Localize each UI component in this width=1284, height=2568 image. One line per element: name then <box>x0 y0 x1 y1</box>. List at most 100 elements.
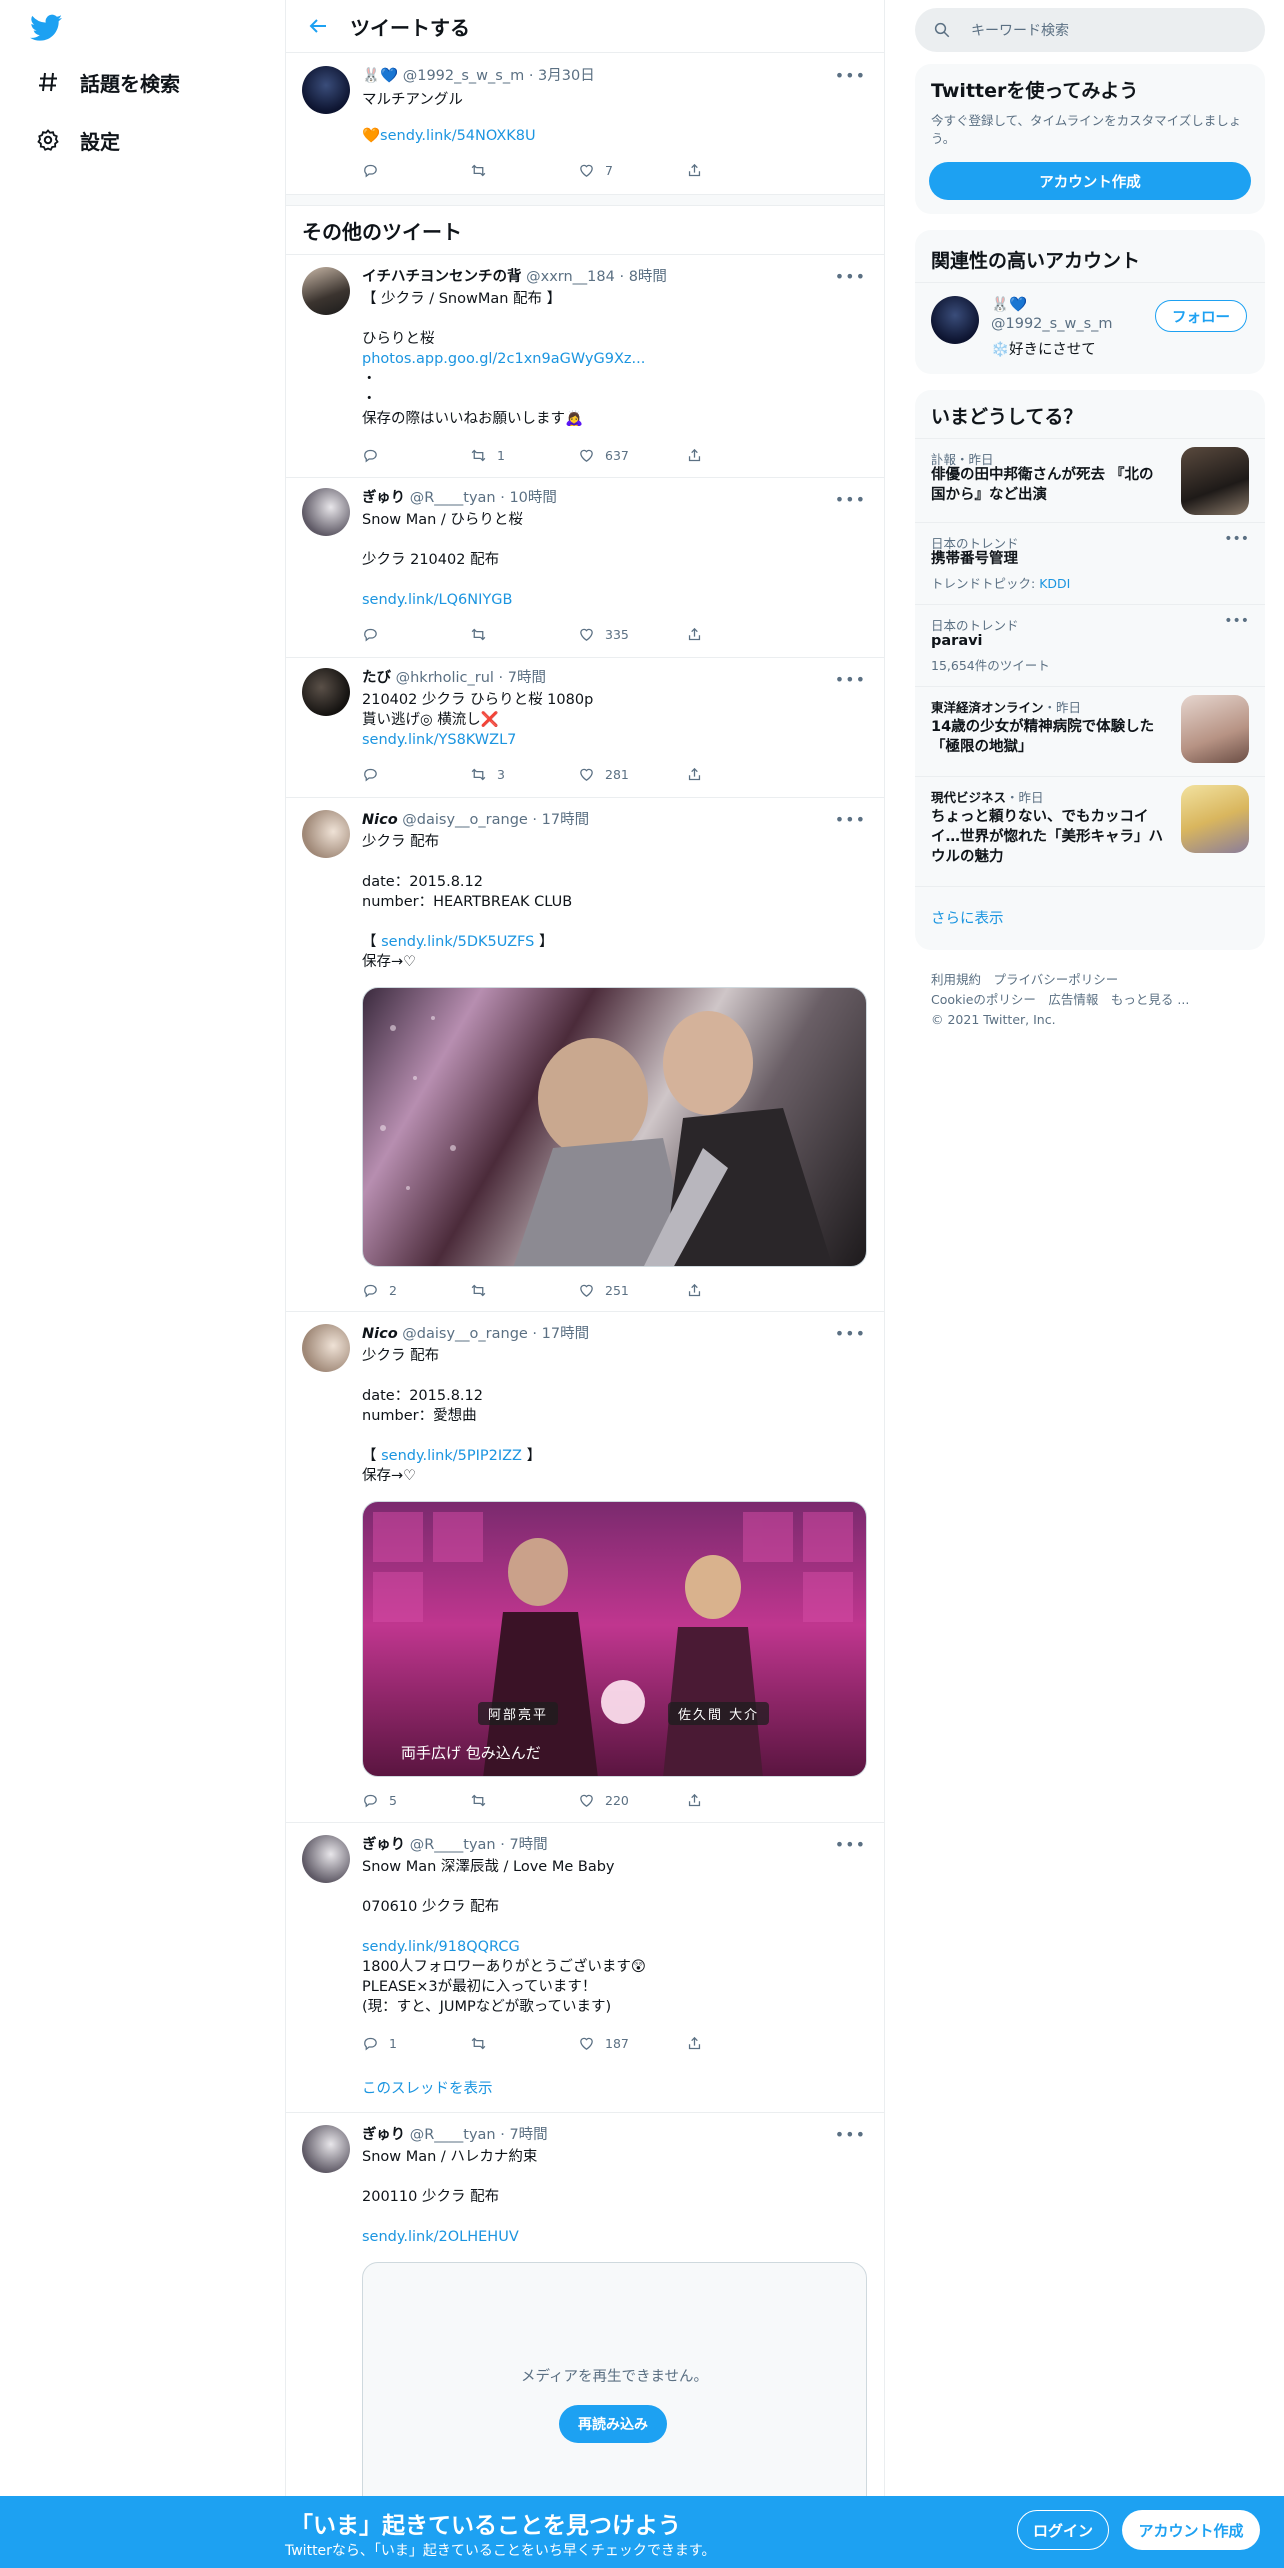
nav-settings[interactable]: 設定 <box>36 120 120 160</box>
avatar[interactable] <box>302 1835 350 1883</box>
like-button[interactable]: 220 <box>578 1790 686 1810</box>
follow-button[interactable]: フォロー <box>1155 300 1247 332</box>
more-options-icon[interactable]: ••• <box>835 267 866 286</box>
retweet-button[interactable] <box>470 160 578 180</box>
share-button[interactable] <box>686 624 794 644</box>
tweet-link[interactable]: sendy.link/2OLHEHUV <box>362 2227 868 2247</box>
tweet-link[interactable]: sendy.link/5DK5UZFS <box>381 934 534 950</box>
avatar[interactable] <box>302 66 350 114</box>
tweet-image[interactable]: 阿部亮平 佐久間 大介 両手広げ 包み込んだ <box>362 1501 867 1777</box>
tweet-link[interactable]: photos.app.goo.gl/2c1xn9aGWyG9Xz... <box>362 349 868 369</box>
more-options-icon[interactable]: ••• <box>835 66 866 85</box>
more-options-icon[interactable]: ••• <box>1224 531 1249 547</box>
author-handle[interactable]: @R____tyan <box>410 1837 496 1853</box>
author-name[interactable]: ぎゅり <box>362 2127 405 2143</box>
author-name[interactable]: イチハチヨンセンチの背 <box>362 269 522 285</box>
tweet-time[interactable]: 17時間 <box>542 1326 589 1342</box>
author-name[interactable]: 🐰💙 <box>362 68 398 84</box>
avatar[interactable] <box>302 2125 350 2173</box>
footer-line-1[interactable]: 利用規約 プライバシーポリシー <box>931 970 1189 990</box>
signup-button[interactable]: アカウント作成 <box>1122 2510 1260 2550</box>
author-handle[interactable]: @daisy__o_range <box>402 812 528 828</box>
share-button[interactable] <box>686 1280 794 1300</box>
tweet-item[interactable]: イチハチヨンセンチの背 @xxrn__184 · 8時間 【 少クラ / Sno… <box>286 255 884 478</box>
author-handle[interactable]: @daisy__o_range <box>402 1326 528 1342</box>
author-name[interactable]: Nico <box>362 812 398 828</box>
share-button[interactable] <box>686 2033 794 2053</box>
like-button[interactable]: 637 <box>578 445 686 465</box>
related-handle[interactable]: @1992_s_w_s_m <box>991 316 1113 332</box>
retweet-button[interactable]: 1 <box>470 445 578 465</box>
author-name[interactable]: ぎゅり <box>362 490 405 506</box>
related-name[interactable]: 🐰💙 <box>991 296 1027 313</box>
tweet-time[interactable]: 10時間 <box>509 490 556 506</box>
more-options-icon[interactable]: ••• <box>835 1324 866 1343</box>
retweet-button[interactable] <box>470 624 578 644</box>
tweet-time[interactable]: 7時間 <box>509 2127 547 2143</box>
tweet-time[interactable]: 7時間 <box>509 1837 547 1853</box>
author-name[interactable]: たび <box>362 670 391 686</box>
show-more[interactable]: さらに表示 <box>915 886 1265 950</box>
trend-sub-link[interactable]: KDDI <box>1039 576 1070 591</box>
more-options-icon[interactable]: ••• <box>835 810 866 829</box>
share-button[interactable] <box>686 1790 794 1810</box>
trend-item[interactable]: 日本のトレンド 携帯番号管理 トレンドトピック: KDDI ••• <box>915 522 1265 604</box>
tweet-image[interactable] <box>362 987 867 1267</box>
tweet-date[interactable]: 3月30日 <box>538 68 595 84</box>
share-button[interactable] <box>686 160 794 180</box>
author-handle[interactable]: @R____tyan <box>410 490 496 506</box>
like-button[interactable]: 187 <box>578 2033 686 2053</box>
tweet-item[interactable]: ぎゅり @R____tyan · 7時間 Snow Man / ハレカナ約束 2… <box>286 2113 884 2522</box>
trend-item[interactable]: 東洋経済オンライン・昨日 14歳の少女が精神病院で体験した「極限の地獄」 <box>915 686 1265 776</box>
reply-button[interactable]: 5 <box>362 1790 470 1810</box>
twitter-logo-icon[interactable] <box>30 14 62 42</box>
avatar[interactable] <box>302 267 350 315</box>
show-thread-link[interactable]: このスレッドを表示 <box>362 2077 493 2098</box>
avatar[interactable] <box>302 488 350 536</box>
create-account-button[interactable]: アカウント作成 <box>929 162 1251 200</box>
share-button[interactable] <box>686 445 794 465</box>
more-options-icon[interactable]: ••• <box>835 2125 866 2144</box>
retweet-button[interactable]: 3 <box>470 764 578 784</box>
tweet-item[interactable]: たび @hkrholic_rul · 7時間 210402 少クラ ひらりと桜 … <box>286 658 884 798</box>
tweet-link[interactable]: 🧡sendy.link/54NOXK8U <box>362 126 868 146</box>
search-bar[interactable]: キーワード検索 <box>915 8 1265 52</box>
author-handle[interactable]: @xxrn__184 <box>526 269 615 285</box>
tweet-item[interactable]: ぎゅり @R____tyan · 10時間 Snow Man / ひらりと桜 少… <box>286 478 884 658</box>
nav-explore[interactable]: 話題を検索 <box>36 62 180 102</box>
tweet-item[interactable]: Nico @daisy__o_range · 17時間 少クラ 配布 date：… <box>286 798 884 1312</box>
search-input[interactable]: キーワード検索 <box>971 20 1069 40</box>
author-name[interactable]: ぎゅり <box>362 1837 405 1853</box>
share-button[interactable] <box>686 764 794 784</box>
reply-button[interactable] <box>362 764 470 784</box>
more-options-icon[interactable]: ••• <box>1224 613 1249 629</box>
author-handle[interactable]: @R____tyan <box>410 2127 496 2143</box>
retweet-button[interactable] <box>470 1790 578 1810</box>
like-button[interactable]: 281 <box>578 764 686 784</box>
tweet-link[interactable]: sendy.link/918QQRCG <box>362 1937 868 1957</box>
tweet-link[interactable]: sendy.link/5PIP2IZZ <box>381 1448 522 1464</box>
author-name[interactable]: Nico <box>362 1326 398 1342</box>
avatar[interactable] <box>302 668 350 716</box>
reply-button[interactable]: 2 <box>362 1280 470 1300</box>
author-handle[interactable]: @hkrholic_rul <box>396 670 494 686</box>
reply-button[interactable] <box>362 624 470 644</box>
avatar[interactable] <box>302 810 350 858</box>
more-options-icon[interactable]: ••• <box>835 1835 866 1854</box>
related-avatar[interactable] <box>931 296 979 344</box>
avatar[interactable] <box>302 1324 350 1372</box>
main-tweet[interactable]: 🐰💙 @1992_s_w_s_m · 3月30日 マルチアングル 🧡sendy.… <box>286 54 884 194</box>
more-options-icon[interactable]: ••• <box>835 670 866 689</box>
retweet-button[interactable] <box>470 2033 578 2053</box>
tweet-time[interactable]: 7時間 <box>508 670 546 686</box>
show-more-link[interactable]: さらに表示 <box>931 907 1004 928</box>
more-options-icon[interactable]: ••• <box>835 490 866 509</box>
trend-item[interactable]: 訃報・昨日 俳優の田中邦衛さんが死去 『北の国から』など出演 <box>915 438 1265 522</box>
tweet-link[interactable]: sendy.link/YS8KWZL7 <box>362 730 868 750</box>
author-handle[interactable]: @1992_s_w_s_m <box>403 68 525 84</box>
trend-item[interactable]: 日本のトレンド paravi 15,654件のツイート ••• <box>915 604 1265 686</box>
footer-line-2[interactable]: Cookieのポリシー 広告情報 もっと見る ... <box>931 990 1189 1010</box>
reply-button[interactable] <box>362 445 470 465</box>
trend-item[interactable]: 現代ビジネス・昨日 ちょっと頼りない、でもカッコイイ…世界が惚れた「美形キャラ」… <box>915 776 1265 886</box>
tweet-link[interactable]: sendy.link/LQ6NIYGB <box>362 590 868 610</box>
